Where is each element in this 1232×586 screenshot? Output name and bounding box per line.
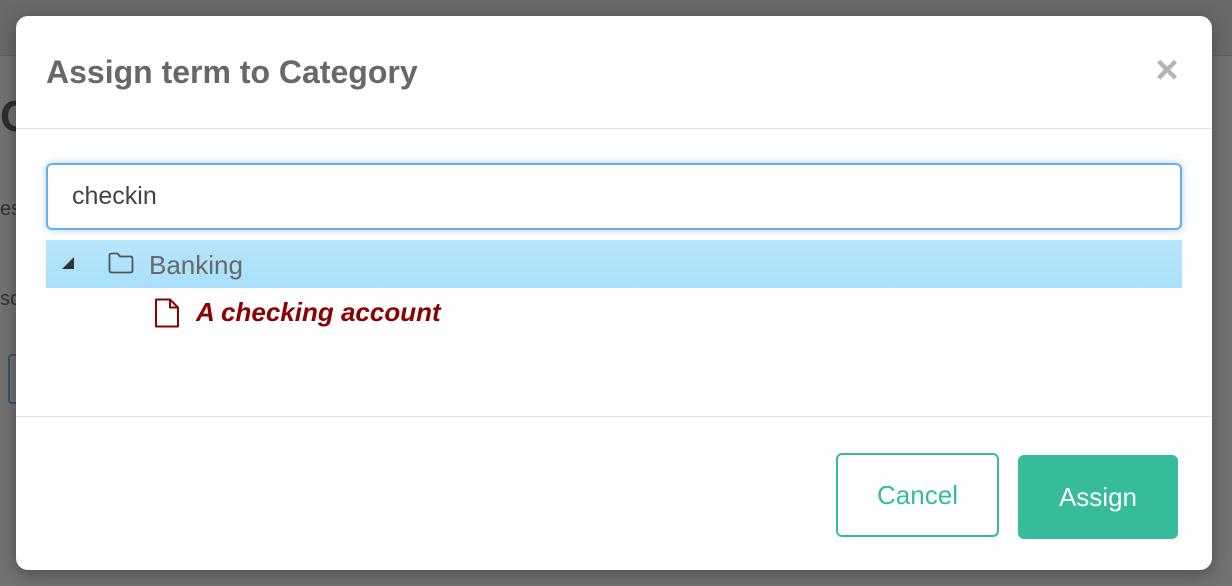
modal-title: Assign term to Category [46,54,418,90]
tree-term-label[interactable]: A checking account [196,297,441,328]
assign-term-modal: Assign term to Category × Banking A chec… [16,16,1212,570]
expand-toggle-icon[interactable] [62,257,74,269]
tree-node-term[interactable]: A checking account [46,288,1182,338]
modal-header: Assign term to Category × [16,16,1212,129]
tree-node-category[interactable]: Banking [46,240,1182,288]
cancel-button[interactable]: Cancel [836,453,999,537]
category-tree: Banking A checking account [46,240,1182,338]
file-icon [155,298,179,328]
modal-footer: Cancel Assign [16,416,1212,570]
folder-icon [108,252,134,274]
search-input[interactable] [46,163,1182,230]
assign-button[interactable]: Assign [1018,455,1178,539]
close-icon[interactable]: × [1152,50,1182,90]
tree-category-label[interactable]: Banking [149,250,243,281]
